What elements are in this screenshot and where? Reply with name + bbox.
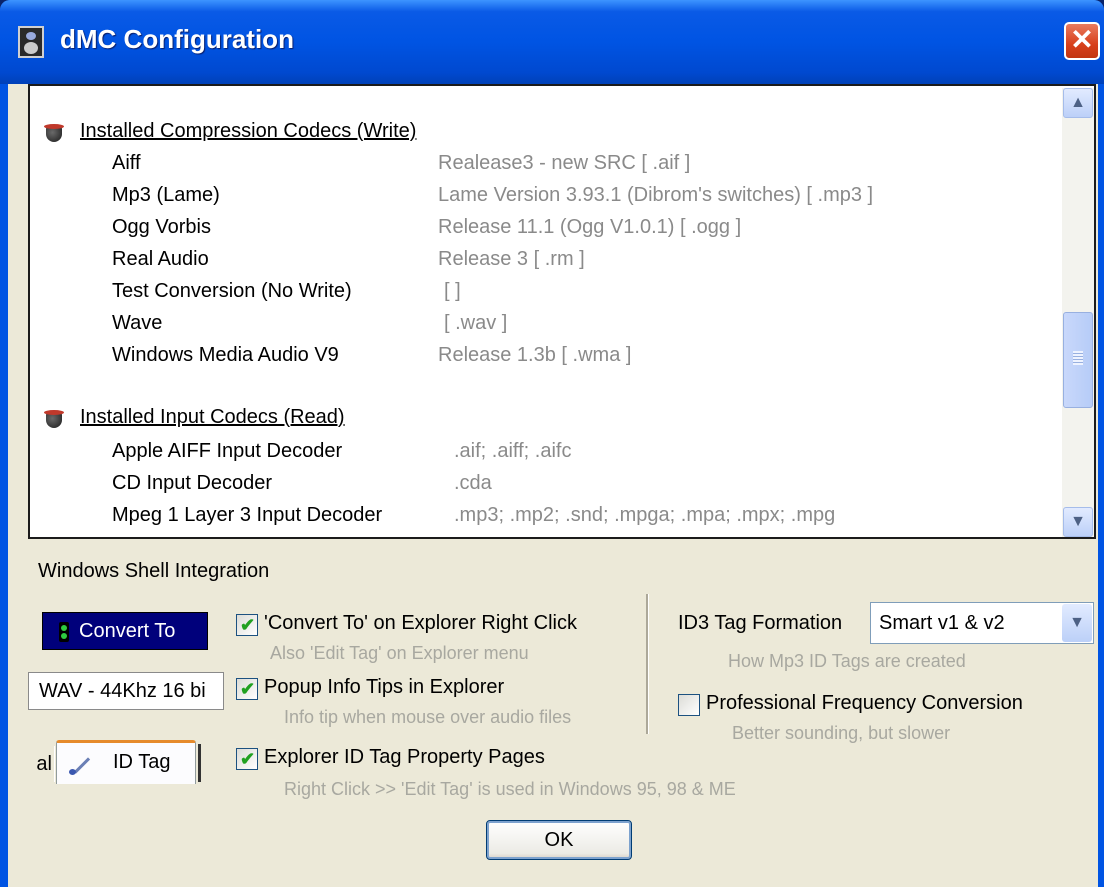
write-codec-name: Wave: [112, 312, 163, 334]
tab-general[interactable]: al: [26, 746, 55, 782]
write-codec-value: Release 1.3b [ .wma ]: [438, 344, 632, 366]
vertical-divider: [646, 594, 649, 734]
write-codec-value: [ .wav ]: [444, 312, 508, 334]
read-codecs-heading: Installed Input Codecs (Read): [80, 406, 345, 428]
convert-to-right-click-label[interactable]: 'Convert To' on Explorer Right Click: [264, 612, 577, 635]
app-icon[interactable]: [18, 26, 44, 58]
chevron-down-icon[interactable]: ▼: [1062, 604, 1092, 642]
popup-info-tips-hint: Info tip when mouse over audio files: [284, 707, 572, 727]
frequency-conversion-hint: Better sounding, but slower: [732, 723, 951, 743]
dialog-window: dMC Configuration ✕ Installed Compressio…: [0, 0, 1104, 887]
checkmark-icon: ✔: [240, 679, 256, 699]
checkmark-icon: ✔: [240, 749, 256, 769]
convert-to-right-click-checkbox[interactable]: ✔: [236, 614, 258, 636]
format-preview-field: WAV - 44Khz 16 bi: [28, 672, 224, 710]
frequency-conversion-label[interactable]: Professional Frequency Conversion: [706, 692, 1023, 715]
write-codecs-heading: Installed Compression Codecs (Write): [80, 120, 417, 142]
tab-strip: al ID Tag: [26, 740, 226, 784]
traffic-light-icon: [59, 621, 69, 642]
write-codec-name: Test Conversion (No Write): [112, 280, 352, 302]
tab-id-tag-label: ID Tag: [113, 751, 171, 773]
id3-tag-formation-hint: How Mp3 ID Tags are created: [728, 651, 966, 671]
brush-icon: [69, 755, 89, 775]
id3-tag-formation-select[interactable]: Smart v1 & v2 ▼: [870, 602, 1094, 644]
close-button[interactable]: ✕: [1064, 22, 1100, 60]
read-codec-value: .aif; .aiff; .aifc: [454, 440, 572, 462]
scroll-down-button[interactable]: ▼: [1063, 507, 1093, 537]
grip-icon: [1073, 351, 1083, 365]
codec-category-icon: [44, 124, 66, 144]
read-codec-value: .cda: [454, 472, 492, 494]
explorer-property-pages-label[interactable]: Explorer ID Tag Property Pages: [264, 746, 545, 769]
scroll-up-button[interactable]: ▲: [1063, 88, 1093, 118]
write-codec-value: Lame Version 3.93.1 (Dibrom's switches) …: [438, 184, 874, 206]
window-title: dMC Configuration: [60, 24, 294, 54]
id3-tag-formation-label: ID3 Tag Formation: [678, 612, 843, 634]
codec-category-icon: [44, 410, 66, 430]
dialog-client: Installed Compression Codecs (Write) Aif…: [8, 84, 1098, 887]
write-codec-value: Release 11.1 (Ogg V1.0.1) [ .ogg ]: [438, 216, 742, 238]
write-codec-value: [ ]: [444, 280, 461, 302]
write-codec-value: Realease3 - new SRC [ .aif ]: [438, 152, 691, 174]
codec-list[interactable]: Installed Compression Codecs (Write) Aif…: [28, 84, 1096, 539]
write-codec-name: Mp3 (Lame): [112, 184, 220, 206]
write-codec-name: Real Audio: [112, 248, 209, 270]
write-codec-name: Windows Media Audio V9: [112, 344, 339, 366]
checkmark-icon: ✔: [240, 615, 256, 635]
shell-integration-label: Windows Shell Integration: [38, 560, 270, 582]
codec-list-scrollbar[interactable]: ▲ ▼: [1062, 88, 1094, 537]
popup-info-tips-checkbox[interactable]: ✔: [236, 678, 258, 700]
convert-to-right-click-hint: Also 'Edit Tag' on Explorer menu: [270, 643, 529, 663]
read-codec-name: Mpeg 1 Layer 3 Input Decoder: [112, 504, 383, 526]
tab-id-tag[interactable]: ID Tag: [56, 740, 196, 784]
write-codec-value: Release 3 [ .rm ]: [438, 248, 585, 270]
convert-to-badge: Convert To: [42, 612, 208, 650]
id3-selected-value: Smart v1 & v2: [879, 612, 1005, 634]
tab-edge: [198, 744, 201, 782]
write-codec-name: Aiff: [112, 152, 141, 174]
popup-info-tips-label[interactable]: Popup Info Tips in Explorer: [264, 676, 504, 699]
explorer-property-pages-checkbox[interactable]: ✔: [236, 748, 258, 770]
title-bar[interactable]: dMC Configuration ✕: [0, 0, 1104, 84]
read-codec-name: Apple AIFF Input Decoder: [112, 440, 343, 462]
ok-button[interactable]: OK: [486, 820, 632, 860]
read-codec-name: CD Input Decoder: [112, 472, 273, 494]
explorer-property-pages-hint: Right Click >> 'Edit Tag' is used in Win…: [284, 779, 736, 799]
read-codec-value: .mp3; .mp2; .snd; .mpga; .mpa; .mpx; .mp…: [454, 504, 836, 526]
convert-to-label: Convert To: [79, 620, 176, 642]
frequency-conversion-checkbox[interactable]: [678, 694, 700, 716]
scroll-thumb[interactable]: [1063, 312, 1093, 408]
write-codec-name: Ogg Vorbis: [112, 216, 211, 238]
